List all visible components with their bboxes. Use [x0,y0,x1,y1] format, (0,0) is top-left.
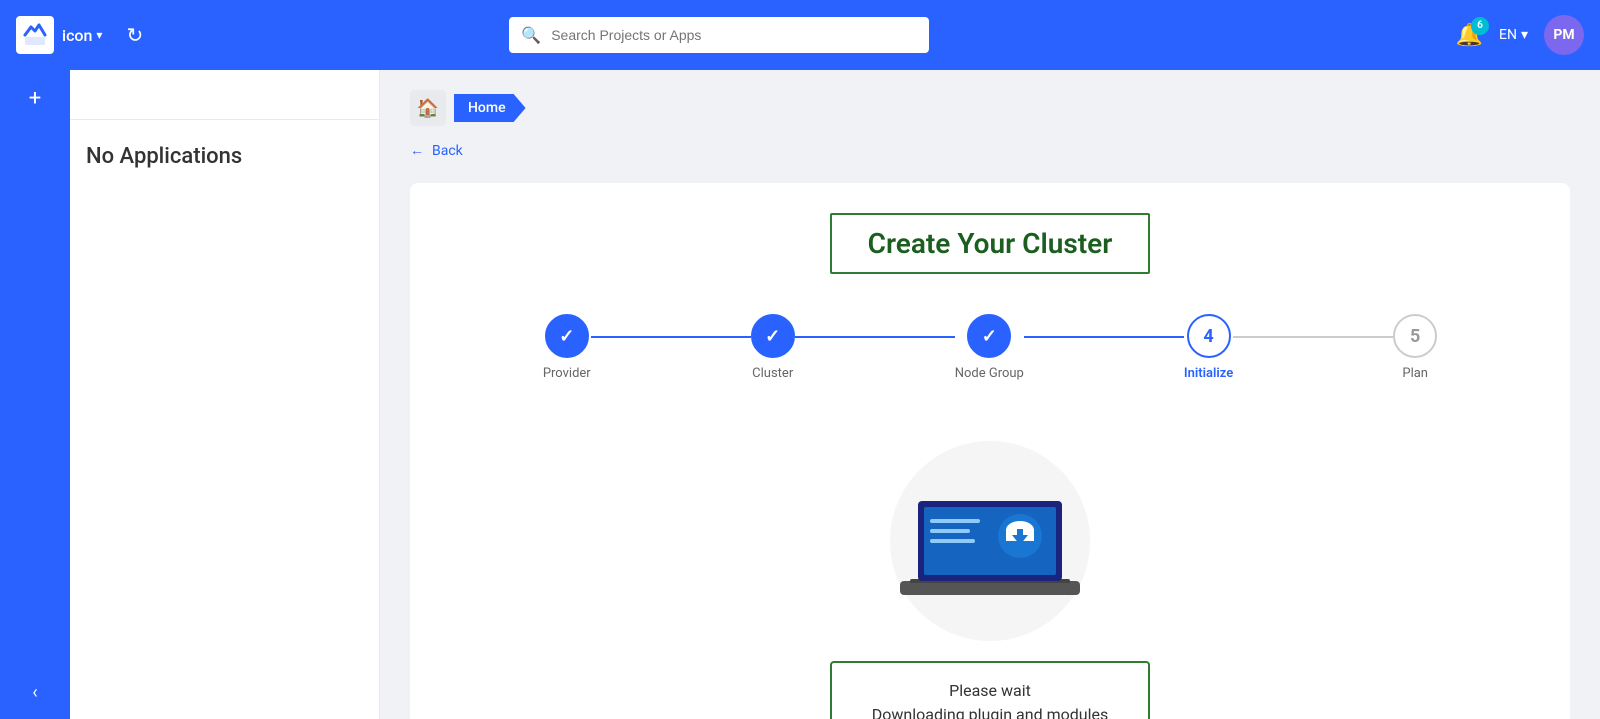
navbar: icon ▾ ↻ 🔍 🔔 6 EN ▾ PM [0,0,1600,70]
step-nodegroup-circle: ✓ [967,314,1011,358]
search-input[interactable] [509,17,929,53]
cluster-card: Create Your Cluster ✓ Provider ✓ Cluster [410,183,1570,719]
brand-logo [16,16,54,54]
left-panel: No Applications [70,70,380,719]
user-avatar[interactable]: PM [1544,15,1584,55]
search-container: 🔍 [509,17,929,53]
step-provider-circle: ✓ [545,314,589,358]
step-nodegroup: ✓ Node Group [955,314,1024,381]
back-arrow-icon: ← [410,142,424,159]
step-cluster-circle: ✓ [751,314,795,358]
laptop-svg [880,441,1100,611]
step-plan: 5 Plan [1393,314,1437,381]
lang-chevron-icon: ▾ [1521,27,1528,43]
status-line1: Please wait [872,679,1108,703]
navbar-right: 🔔 6 EN ▾ PM [1456,15,1584,55]
search-icon: 🔍 [521,26,541,45]
brand-chevron-icon: ▾ [96,28,102,42]
no-applications-text: No Applications [70,120,379,193]
step-provider-label: Provider [543,366,591,381]
laptop-illustration [880,441,1100,641]
breadcrumb-home-item[interactable]: Home [454,94,526,122]
refresh-button[interactable]: ↻ [126,23,143,47]
step-initialize-circle: 4 [1187,314,1231,358]
connector-4 [1233,336,1393,338]
step-plan-label: Plan [1402,366,1428,381]
step-initialize-label: Initialize [1184,366,1233,381]
step-nodegroup-label: Node Group [955,366,1024,381]
breadcrumb: 🏠 Home [410,90,1570,126]
connector-1 [591,336,751,338]
stepper: ✓ Provider ✓ Cluster ✓ Node Group [430,314,1550,381]
notification-badge: 6 [1471,17,1489,35]
home-icon[interactable]: 🏠 [410,90,446,126]
left-panel-header [70,70,379,120]
language-selector[interactable]: EN ▾ [1499,27,1528,43]
status-line2: Downloading plugin and modules [872,703,1108,719]
brand-name-text[interactable]: icon ▾ [62,26,102,45]
brand: icon ▾ ↻ [16,16,246,54]
sidebar: + ‹ [0,70,70,719]
back-label: Back [432,143,463,159]
step-provider: ✓ Provider [543,314,591,381]
sidebar-add-button[interactable]: + [29,86,41,111]
notification-button[interactable]: 🔔 6 [1456,23,1483,48]
main-layout: + ‹ No Applications 🏠 Home ← Back Create… [0,70,1600,719]
step-cluster: ✓ Cluster [751,314,795,381]
back-button[interactable]: ← Back [410,142,1570,159]
illustration: Please wait Downloading plugin and modul… [430,421,1550,719]
connector-3 [1024,336,1184,338]
sidebar-collapse-button[interactable]: ‹ [32,682,37,703]
step-plan-circle: 5 [1393,314,1437,358]
content-area: 🏠 Home ← Back Create Your Cluster ✓ Prov… [380,70,1600,719]
step-initialize: 4 Initialize [1184,314,1233,381]
page-title: Create Your Cluster [830,213,1151,274]
connector-2 [795,336,955,338]
cluster-title-section: Create Your Cluster [430,213,1550,274]
status-box: Please wait Downloading plugin and modul… [830,661,1150,719]
step-cluster-label: Cluster [752,366,793,381]
